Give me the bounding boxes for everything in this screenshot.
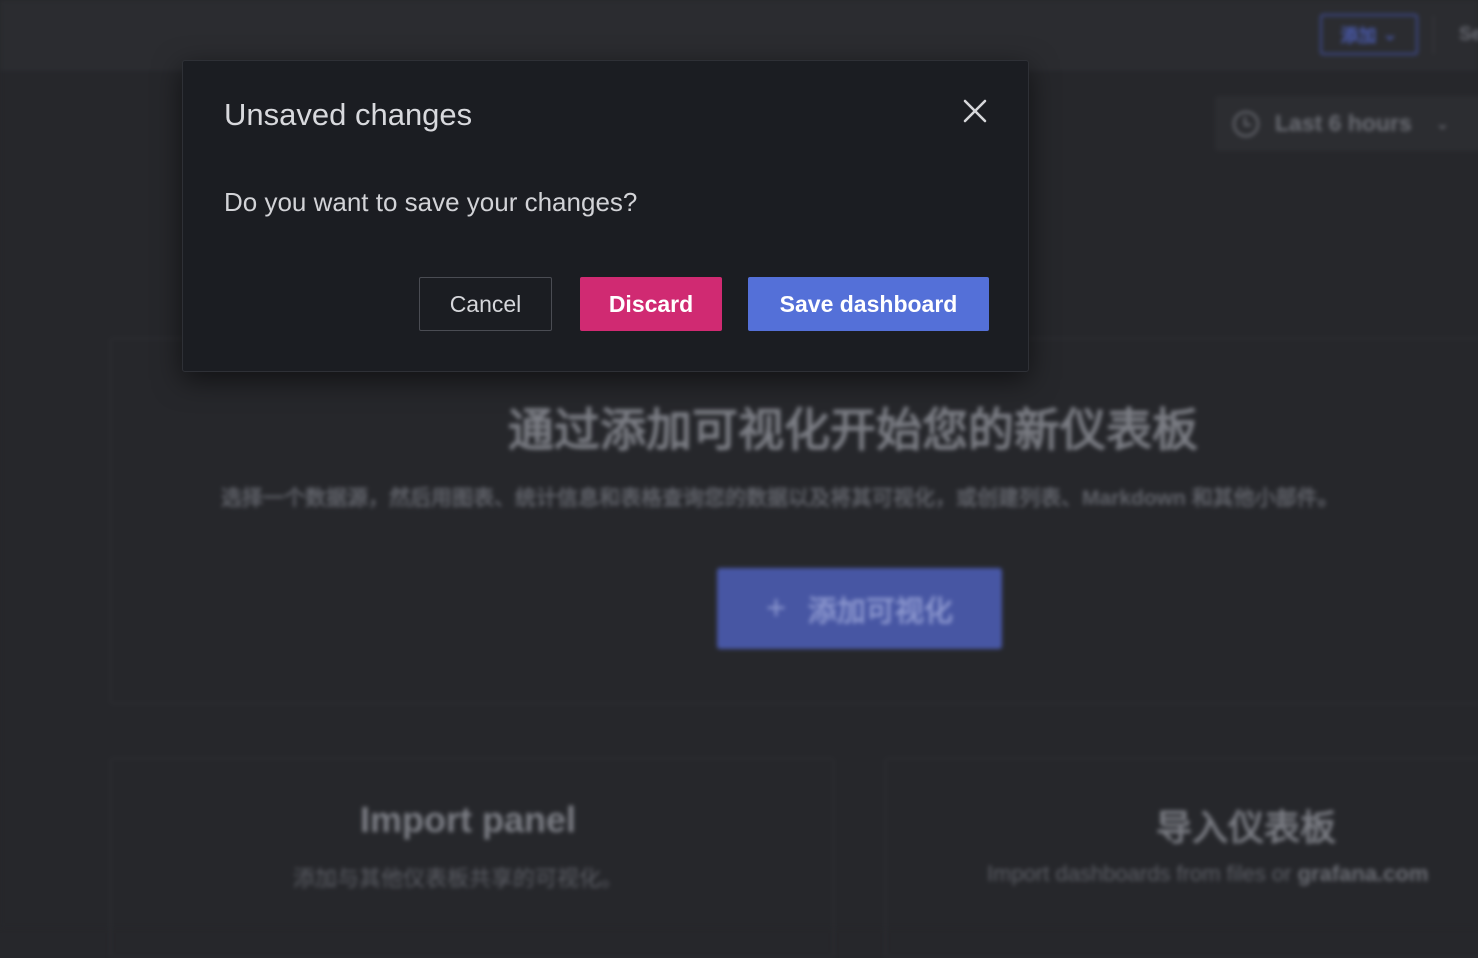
empty-dashboard-description: 选择一个数据源，然后用图表、统计信息和表格查询您的数据以及将其可视化，或创建列表… (221, 487, 1339, 510)
close-icon[interactable] (959, 95, 991, 127)
plus-icon: + (766, 589, 786, 627)
import-dashboard-title: 导入仪表板 (1156, 807, 1337, 848)
clock-icon (1233, 110, 1259, 137)
grafana-link[interactable]: grafana.com (1298, 861, 1429, 886)
time-range-label: Last 6 hours (1275, 110, 1412, 136)
cancel-button[interactable]: Cancel (419, 277, 552, 331)
time-range-picker[interactable]: Last 6 hours ⌄ (1215, 96, 1478, 151)
toolbar-divider (1433, 16, 1434, 54)
modal-title: Unsaved changes (224, 97, 473, 132)
import-panel-description: 添加与其他仪表板共享的可视化。 (293, 866, 624, 891)
modal-message: Do you want to save your changes? (224, 187, 638, 217)
empty-dashboard-panel (110, 338, 1478, 704)
chevron-down-icon: ⌄ (1382, 24, 1398, 44)
chevron-down-icon: ⌄ (1435, 115, 1450, 133)
import-panel-title: Import panel (360, 799, 577, 840)
import-panel-card[interactable]: Import panel 添加与其他仪表板共享的可视化。 (110, 758, 834, 958)
import-dashboard-card[interactable]: 导入仪表板 Import dashboards from files or gr… (885, 758, 1478, 958)
save-dashboard-button[interactable]: Save dashboard (748, 277, 989, 331)
discard-button[interactable]: Discard (580, 277, 722, 331)
add-visualization-button[interactable]: + 添加可视化 (717, 568, 1002, 649)
add-dropdown-label: 添加 (1340, 25, 1377, 46)
import-dashboard-desc-text: Import dashboards from files or (987, 861, 1298, 886)
empty-dashboard-title: 通过添加可视化开始您的新仪表板 (508, 404, 1198, 456)
unsaved-changes-modal: Unsaved changes Do you want to save your… (182, 60, 1029, 372)
add-dropdown-button[interactable]: 添加 ⌄ (1320, 14, 1418, 55)
add-visualization-label: 添加可视化 (807, 595, 953, 628)
import-dashboard-description: Import dashboards from files or grafana.… (987, 861, 1428, 887)
settings-button[interactable]: Se (1459, 24, 1478, 46)
